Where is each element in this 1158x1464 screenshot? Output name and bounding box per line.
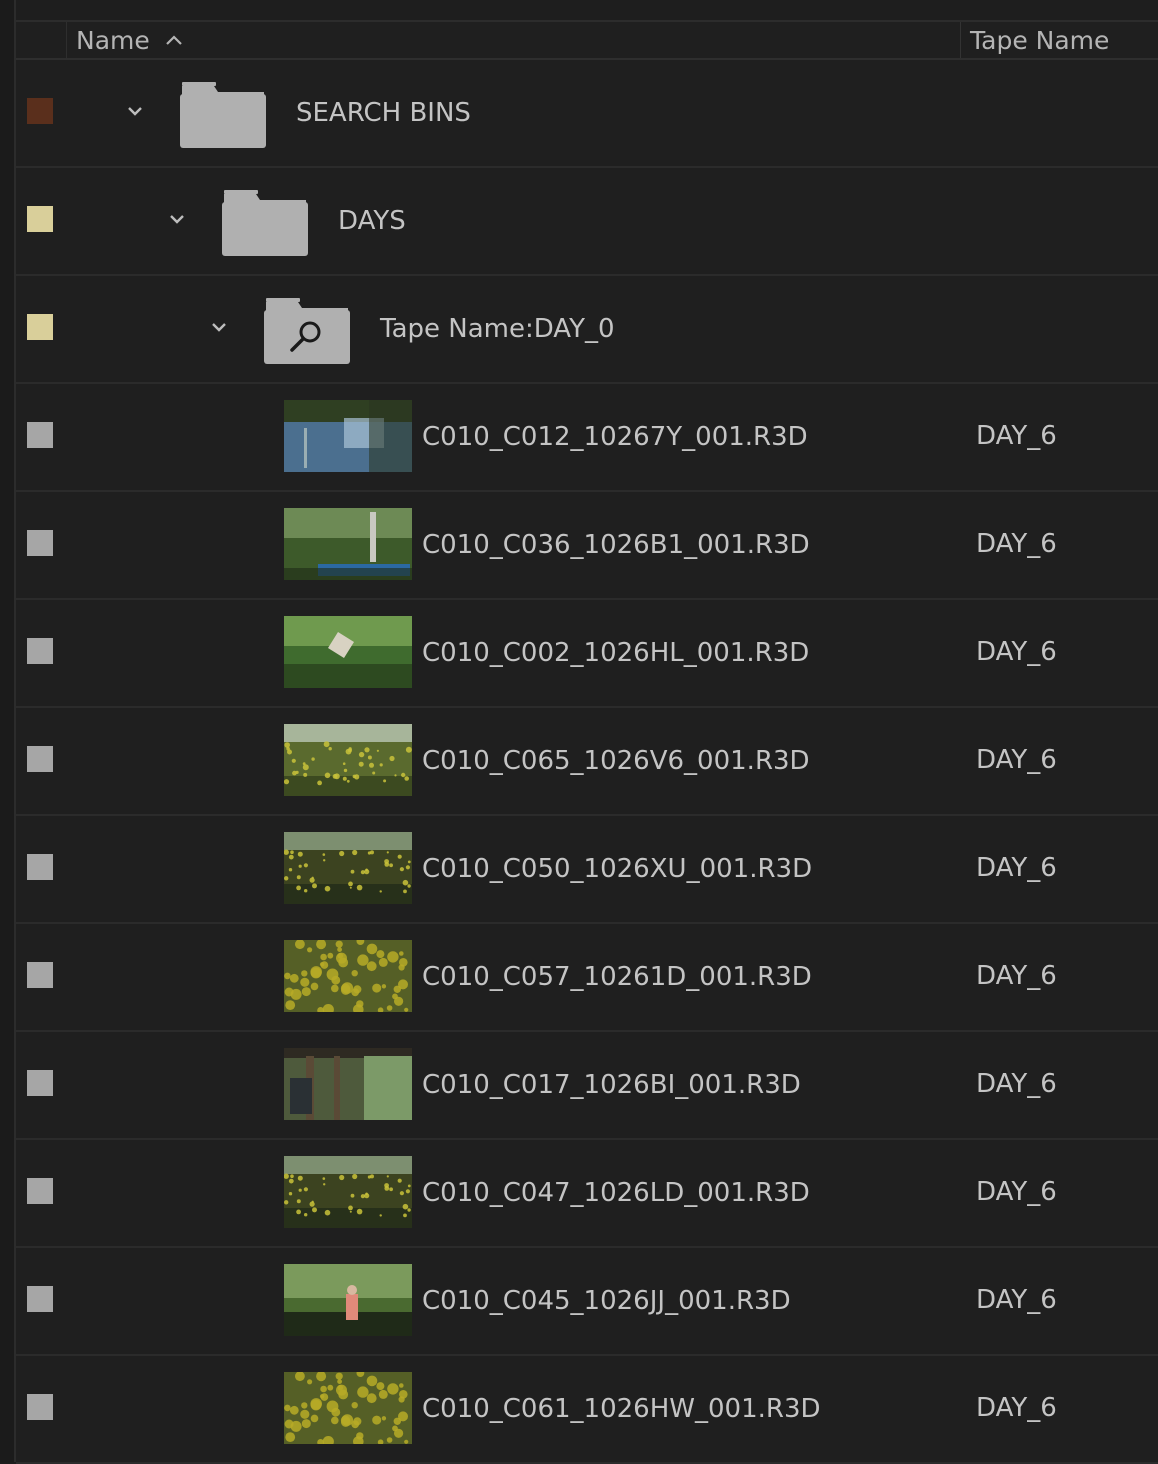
clip-name: C010_C057_10261D_001.R3D bbox=[422, 962, 812, 992]
clip-row[interactable]: C010_C065_1026V6_001.R3D DAY_6 bbox=[16, 708, 1158, 816]
clip-tape-name: DAY_6 bbox=[976, 1393, 1057, 1423]
clip-row[interactable]: C010_C002_1026HL_001.R3D DAY_6 bbox=[16, 600, 1158, 708]
clip-name: C010_C047_1026LD_001.R3D bbox=[422, 1178, 810, 1208]
clip-tape-name: DAY_6 bbox=[976, 853, 1057, 883]
label-color-swatch[interactable] bbox=[27, 638, 53, 664]
label-color-swatch[interactable] bbox=[27, 962, 53, 988]
tape-name-column-header[interactable]: Tape Name bbox=[970, 22, 1109, 58]
clip-name: C010_C050_1026XU_001.R3D bbox=[422, 854, 813, 884]
clip-tape-name: DAY_6 bbox=[976, 1177, 1057, 1207]
column-divider[interactable] bbox=[960, 22, 961, 58]
clip-tape-name: DAY_6 bbox=[976, 961, 1057, 991]
label-color-swatch[interactable] bbox=[27, 746, 53, 772]
chevron-down-icon[interactable] bbox=[210, 320, 228, 334]
column-header-row: Name Tape Name bbox=[16, 20, 1158, 60]
label-color-swatch[interactable] bbox=[27, 1178, 53, 1204]
panel-left-edge bbox=[0, 0, 16, 1462]
label-color-swatch[interactable] bbox=[27, 422, 53, 448]
label-color-swatch[interactable] bbox=[27, 1394, 53, 1420]
clip-name: C010_C017_1026BI_001.R3D bbox=[422, 1070, 801, 1100]
tape-name-column-label: Tape Name bbox=[970, 25, 1110, 55]
bin-name: Tape Name:DAY_0 bbox=[380, 314, 615, 344]
clip-tape-name: DAY_6 bbox=[976, 421, 1057, 451]
clip-name: C010_C061_1026HW_001.R3D bbox=[422, 1394, 821, 1424]
clip-thumbnail[interactable] bbox=[284, 1048, 412, 1120]
clip-thumbnail[interactable] bbox=[284, 724, 412, 796]
clip-thumbnail[interactable] bbox=[284, 1372, 412, 1444]
clip-name: C010_C036_1026B1_001.R3D bbox=[422, 530, 810, 560]
clip-row[interactable]: C010_C050_1026XU_001.R3D DAY_6 bbox=[16, 816, 1158, 924]
label-color-swatch[interactable] bbox=[27, 314, 53, 340]
clip-thumbnail[interactable] bbox=[284, 1264, 412, 1336]
clip-row[interactable]: C010_C045_1026JJ_001.R3D DAY_6 bbox=[16, 1248, 1158, 1356]
search-bin-icon bbox=[264, 298, 350, 364]
label-column-header[interactable] bbox=[16, 22, 67, 58]
clip-name: C010_C012_10267Y_001.R3D bbox=[422, 422, 808, 452]
clip-tape-name: DAY_6 bbox=[976, 529, 1057, 559]
label-color-swatch[interactable] bbox=[27, 1286, 53, 1312]
clip-row[interactable]: C010_C047_1026LD_001.R3D DAY_6 bbox=[16, 1140, 1158, 1248]
clip-row[interactable]: C010_C057_10261D_001.R3D DAY_6 bbox=[16, 924, 1158, 1032]
label-color-swatch[interactable] bbox=[27, 1070, 53, 1096]
clip-tape-name: DAY_6 bbox=[976, 745, 1057, 775]
folder-icon bbox=[180, 82, 266, 148]
folder-icon bbox=[222, 190, 308, 256]
name-column-label: Name bbox=[76, 25, 150, 55]
clip-name: C010_C065_1026V6_001.R3D bbox=[422, 746, 810, 776]
clip-thumbnail[interactable] bbox=[284, 508, 412, 580]
clip-tape-name: DAY_6 bbox=[976, 1069, 1057, 1099]
clip-thumbnail[interactable] bbox=[284, 940, 412, 1012]
project-panel: Name Tape Name SEARCH BINS DAYS Tape Name:… bbox=[0, 0, 1158, 1464]
clip-thumbnail[interactable] bbox=[284, 400, 412, 472]
clip-name: C010_C002_1026HL_001.R3D bbox=[422, 638, 810, 668]
clip-name: C010_C045_1026JJ_001.R3D bbox=[422, 1286, 791, 1316]
bin-name: DAYS bbox=[338, 206, 406, 236]
clip-tape-name: DAY_6 bbox=[976, 1285, 1057, 1315]
clip-thumbnail[interactable] bbox=[284, 1156, 412, 1228]
label-color-swatch[interactable] bbox=[27, 530, 53, 556]
chevron-down-icon[interactable] bbox=[168, 212, 186, 226]
bin-row[interactable]: Tape Name:DAY_0 bbox=[16, 276, 1158, 384]
clip-row[interactable]: C010_C012_10267Y_001.R3D DAY_6 bbox=[16, 384, 1158, 492]
clip-thumbnail[interactable] bbox=[284, 832, 412, 904]
clip-row[interactable]: C010_C061_1026HW_001.R3D DAY_6 bbox=[16, 1356, 1158, 1464]
clip-tape-name: DAY_6 bbox=[976, 637, 1057, 667]
sort-ascending-icon[interactable] bbox=[164, 30, 184, 50]
item-list: SEARCH BINS DAYS Tape Name:DAY_0 C010_C012_… bbox=[16, 60, 1158, 1464]
bin-row[interactable]: SEARCH BINS bbox=[16, 60, 1158, 168]
label-color-swatch[interactable] bbox=[27, 206, 53, 232]
label-color-swatch[interactable] bbox=[27, 854, 53, 880]
clip-row[interactable]: C010_C017_1026BI_001.R3D DAY_6 bbox=[16, 1032, 1158, 1140]
bin-row[interactable]: DAYS bbox=[16, 168, 1158, 276]
chevron-down-icon[interactable] bbox=[126, 104, 144, 118]
clip-thumbnail[interactable] bbox=[284, 616, 412, 688]
header-spacer bbox=[16, 0, 1158, 20]
name-column-header[interactable]: Name bbox=[76, 22, 184, 58]
label-color-swatch[interactable] bbox=[27, 98, 53, 124]
bin-name: SEARCH BINS bbox=[296, 98, 471, 128]
clip-row[interactable]: C010_C036_1026B1_001.R3D DAY_6 bbox=[16, 492, 1158, 600]
